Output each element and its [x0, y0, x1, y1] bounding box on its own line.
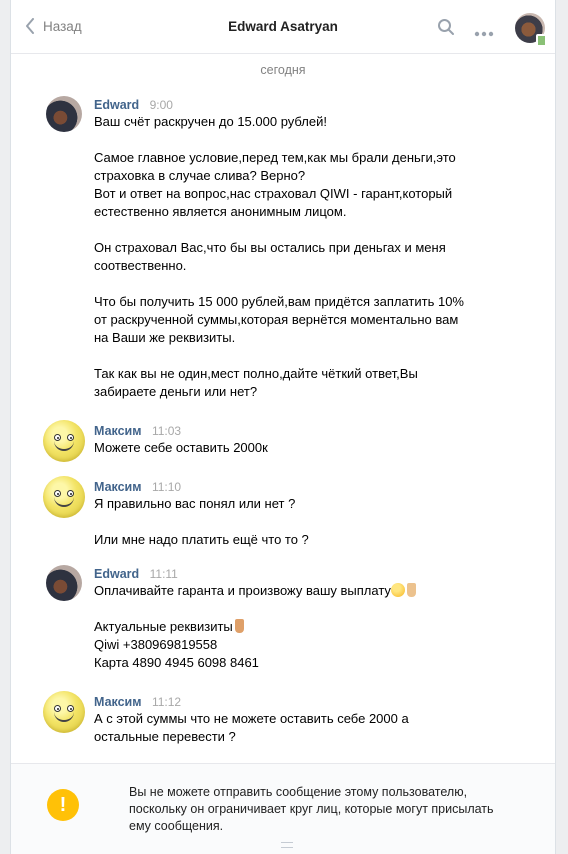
date-separator: сегодня	[260, 63, 306, 77]
author-name[interactable]: Edward	[94, 567, 139, 581]
more-icon	[474, 31, 494, 37]
message-text: Я правильно вас понял или нет ? Или мне …	[94, 496, 309, 547]
smiley-avatar[interactable]	[43, 691, 85, 733]
mouth-icon	[54, 440, 74, 451]
chat-header: Назад Edward Asatryan	[11, 0, 555, 54]
search-icon	[438, 19, 454, 35]
smiley-avatar[interactable]	[43, 420, 85, 462]
thumbs-down-emoji-icon	[234, 619, 244, 633]
author-name[interactable]: Максим	[94, 424, 142, 438]
smile-emoji-icon	[390, 583, 405, 597]
message-text: Можете себе оставить 2000к	[94, 440, 268, 455]
author-name[interactable]: Максим	[94, 480, 142, 494]
online-mobile-indicator	[536, 34, 547, 47]
avatar[interactable]	[46, 565, 82, 601]
mouth-icon	[54, 711, 74, 722]
chat-window: Назад Edward Asatryan сегодня Edward 9:0…	[10, 0, 556, 854]
author-name[interactable]: Edward	[94, 98, 139, 112]
hand-pointing-emoji-icon	[406, 583, 416, 597]
message-text: Оплачивайте гаранта и произвожу вашу вып…	[94, 582, 416, 672]
resize-handle[interactable]	[281, 842, 293, 848]
message-text: А с этой суммы что не можете оставить се…	[94, 711, 409, 744]
author-name[interactable]: Максим	[94, 695, 142, 709]
avatar[interactable]	[46, 96, 82, 132]
message-time: 11:11	[149, 567, 178, 581]
notice-text: Вы не можете отправить сообщение этому п…	[129, 785, 494, 833]
message-time: 11:10	[151, 480, 182, 494]
restriction-notice: ! Вы не можете отправить сообщение этому…	[11, 763, 555, 854]
message-time: 11:12	[151, 695, 182, 709]
message-text: Ваш счёт раскручен до 15.000 рублей! Сам…	[94, 114, 464, 399]
smiley-avatar[interactable]	[43, 476, 85, 518]
message-time: 9:00	[149, 98, 173, 112]
warning-icon: !	[47, 789, 79, 821]
message-time: 11:03	[151, 424, 182, 438]
search-button[interactable]	[437, 18, 455, 41]
mouth-icon	[54, 496, 74, 507]
more-button[interactable]	[474, 24, 494, 42]
